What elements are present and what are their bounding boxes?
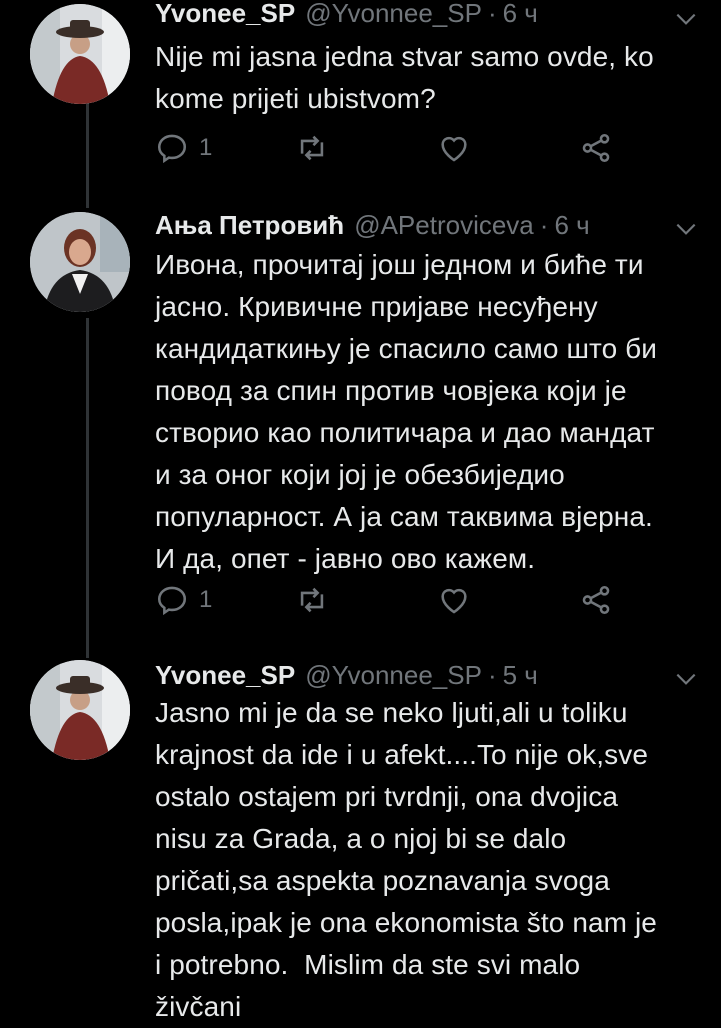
user-handle[interactable]: @Yvonnee_SP xyxy=(305,660,482,691)
reply-icon xyxy=(157,134,187,164)
tweet-header: Yvonee_SP @Yvonnee_SP · 6 ч xyxy=(155,0,701,30)
retweet-button[interactable] xyxy=(295,128,329,168)
share-icon xyxy=(582,133,610,163)
retweet-button[interactable] xyxy=(295,580,329,620)
tweet[interactable]: Ања Петровић @APetroviceva · 6 ч Ивона, … xyxy=(0,208,721,648)
reply-button[interactable]: 1 xyxy=(155,128,212,168)
display-name[interactable]: Yvonee_SP xyxy=(155,0,295,29)
tweet-text: Ивона, прочитај још једном и биће ти јас… xyxy=(155,249,658,574)
tweet-header: Yvonee_SP @Yvonnee_SP · 5 ч xyxy=(155,658,701,692)
retweet-icon xyxy=(300,587,324,613)
tweet-text: Nije mi jasna jedna stvar samo ovde, ko … xyxy=(155,41,654,114)
tweet-text: Jasno mi je da se neko ljuti,ali u tolik… xyxy=(155,697,657,1022)
share-button[interactable] xyxy=(579,128,613,168)
like-icon xyxy=(441,136,467,162)
like-button[interactable] xyxy=(437,128,471,168)
reply-count: 1 xyxy=(199,586,213,613)
timestamp[interactable]: 6 ч xyxy=(554,210,589,241)
avatar[interactable] xyxy=(30,4,130,104)
like-button[interactable] xyxy=(437,580,471,620)
avatar[interactable] xyxy=(30,212,130,312)
avatar-image xyxy=(30,4,130,104)
tweet-header: Ања Петровић @APetroviceva · 6 ч xyxy=(155,208,701,242)
share-icon xyxy=(582,585,610,615)
tweet-actions: 1 xyxy=(155,580,615,620)
like-icon xyxy=(441,588,467,614)
user-handle[interactable]: @APetroviceva xyxy=(354,210,534,241)
reply-count: 1 xyxy=(199,134,213,161)
display-name[interactable]: Ања Петровић xyxy=(155,210,344,241)
chevron-down-icon[interactable] xyxy=(673,216,699,242)
tweet[interactable]: Yvonee_SP @Yvonnee_SP · 5 ч Jasno mi je … xyxy=(0,656,721,1024)
share-button[interactable] xyxy=(579,580,613,620)
reply-icon xyxy=(157,586,187,616)
retweet-icon xyxy=(300,135,324,161)
chevron-down-icon[interactable] xyxy=(673,6,699,32)
avatar-image xyxy=(30,660,130,760)
timestamp[interactable]: 5 ч xyxy=(503,660,538,691)
separator: · xyxy=(487,659,497,690)
separator: · xyxy=(487,0,497,28)
reply-button[interactable]: 1 xyxy=(155,580,212,620)
tweet-actions: 1 xyxy=(155,128,615,168)
avatar-image xyxy=(30,212,130,312)
display-name[interactable]: Yvonee_SP xyxy=(155,660,295,691)
user-handle[interactable]: @Yvonnee_SP xyxy=(305,0,482,29)
avatar[interactable] xyxy=(30,660,130,760)
timestamp[interactable]: 6 ч xyxy=(503,0,538,29)
tweet[interactable]: Yvonee_SP @Yvonnee_SP · 6 ч Nije mi jasn… xyxy=(0,0,721,200)
separator: · xyxy=(539,209,549,240)
chevron-down-icon[interactable] xyxy=(673,666,699,692)
